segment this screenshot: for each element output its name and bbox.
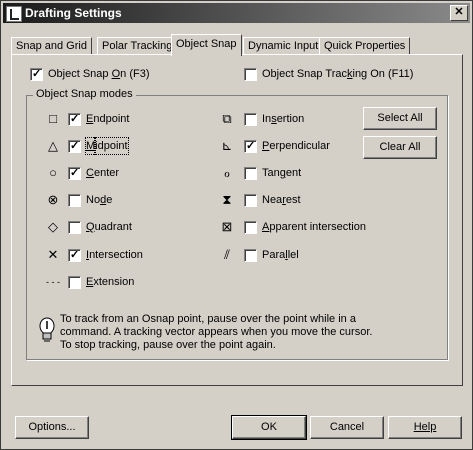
mode-perpendicular[interactable]: Perpendicular (244, 138, 330, 154)
nearest-marker-icon: ⧗ (222, 192, 232, 207)
title-bar: Drafting Settings ✕ (3, 3, 470, 23)
hint-line-1: To track from an Osnap point, pause over… (60, 313, 356, 325)
tab-object-snap[interactable]: Object Snap (171, 34, 242, 56)
select-all-button[interactable]: Select All (363, 107, 437, 130)
apparent-intersection-marker-icon: ⊠ (221, 219, 233, 234)
tab-snap-and-grid[interactable]: Snap and Grid (11, 37, 92, 55)
group-legend: Object Snap modes (33, 88, 136, 100)
mode-node-box[interactable] (68, 193, 81, 207)
midpoint-marker-icon: △ (48, 138, 58, 153)
mode-nearest[interactable]: Nearest (244, 192, 301, 208)
object-snap-on-checkbox[interactable]: Object Snap On (F3) (30, 66, 150, 82)
mode-quadrant[interactable]: Quadrant (68, 219, 132, 235)
mode-perpendicular-box[interactable] (244, 138, 257, 154)
mode-parallel-box[interactable] (244, 248, 257, 262)
mode-apparent-intersection[interactable]: Apparent intersection (244, 219, 366, 235)
mode-insertion-box[interactable] (244, 112, 257, 126)
tab-dynamic-input[interactable]: Dynamic Input (243, 37, 324, 55)
mode-midpoint-box[interactable] (68, 138, 81, 154)
mode-center[interactable]: Center (68, 165, 119, 181)
insertion-marker-icon: ⧉ (222, 111, 232, 126)
mode-node[interactable]: Node (68, 192, 112, 208)
mode-intersection[interactable]: Intersection (68, 247, 143, 263)
object-snap-tracking-on-checkbox[interactable]: Object Snap Tracking On (F11) (244, 66, 413, 82)
object-snap-panel: Object Snap On (F3) Object Snap Tracking… (11, 54, 463, 386)
cancel-button[interactable]: Cancel (310, 416, 384, 439)
help-button[interactable]: Help (388, 416, 462, 439)
mode-tangent-box[interactable] (244, 166, 257, 180)
hint-line-2: command. A tracking vector appears when … (60, 326, 373, 338)
mode-quadrant-box[interactable] (68, 220, 81, 234)
mode-tangent[interactable]: Tangent (244, 165, 301, 181)
endpoint-marker-icon: □ (49, 111, 57, 126)
object-snap-tracking-on-box[interactable] (244, 67, 257, 81)
mode-extension[interactable]: Extension (68, 274, 134, 290)
tangent-marker-icon: ℴ (223, 165, 230, 180)
options-button[interactable]: Options... (15, 416, 89, 439)
quadrant-marker-icon: ◇ (48, 219, 58, 234)
parallel-marker-icon: ⫽ (224, 247, 230, 262)
intersection-marker-icon: ✕ (47, 247, 59, 262)
mode-endpoint[interactable]: Endpoint (68, 111, 129, 127)
tracking-hint: To track from an Osnap point, pause over… (60, 313, 425, 352)
mode-parallel[interactable]: Parallel (244, 247, 299, 263)
mode-endpoint-box[interactable] (68, 111, 81, 127)
tab-polar-tracking[interactable]: Polar Tracking (97, 37, 178, 55)
mode-apparent-intersection-box[interactable] (244, 220, 257, 234)
ok-button[interactable]: OK (231, 415, 307, 440)
clear-all-button[interactable]: Clear All (363, 136, 437, 159)
app-icon (6, 6, 22, 22)
hint-line-3: To stop tracking, pause over the point a… (60, 339, 276, 351)
node-marker-icon: ⊗ (47, 192, 59, 207)
lightbulb-icon (39, 317, 55, 342)
extension-marker-icon: - - - (46, 277, 60, 287)
close-button[interactable]: ✕ (450, 5, 468, 21)
mode-extension-box[interactable] (68, 275, 81, 289)
mode-intersection-box[interactable] (68, 247, 81, 263)
tab-quick-properties[interactable]: Quick Properties (319, 37, 411, 55)
window-title: Drafting Settings (25, 6, 122, 20)
mode-midpoint[interactable]: Midpoint (68, 137, 129, 156)
perpendicular-marker-icon: ⊾ (221, 138, 233, 153)
mode-insertion[interactable]: Insertion (244, 111, 304, 127)
center-marker-icon: ○ (49, 165, 57, 180)
mode-center-box[interactable] (68, 165, 81, 181)
mode-nearest-box[interactable] (244, 193, 257, 207)
object-snap-on-box[interactable] (30, 66, 43, 82)
drafting-settings-dialog: Drafting Settings ✕ Snap and Grid Polar … (0, 0, 473, 450)
